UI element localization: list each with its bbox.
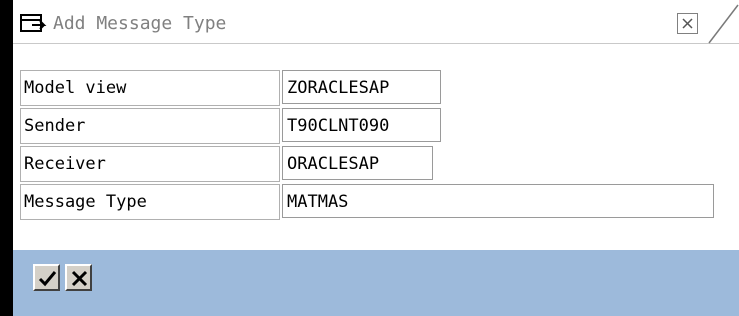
- close-icon: [682, 18, 693, 29]
- sender-input[interactable]: T90CLNT090: [282, 108, 441, 142]
- dialog-window-icon: [20, 14, 48, 34]
- receiver-input[interactable]: ORACLESAP: [282, 146, 433, 180]
- dialog-title: Add Message Type: [53, 13, 227, 34]
- field-table: Model view ZORACLESAP Sender T90CLNT090 …: [13, 44, 739, 250]
- message-type-input[interactable]: MATMAS: [282, 184, 714, 218]
- dialog-titlebar[interactable]: Add Message Type: [13, 3, 739, 44]
- cancel-button[interactable]: [65, 264, 92, 291]
- add-message-type-dialog: Add Message Type Model view ZORACLESAP S…: [0, 0, 739, 316]
- cross-icon: [71, 270, 88, 287]
- dialog-footer-toolbar: [13, 250, 739, 316]
- confirm-button[interactable]: [33, 264, 60, 291]
- field-label: Sender: [20, 108, 280, 144]
- field-label: Model view: [20, 70, 280, 106]
- field-label: Message Type: [20, 184, 280, 220]
- checkmark-icon: [38, 271, 57, 287]
- field-label: Receiver: [20, 146, 280, 182]
- close-button[interactable]: [677, 13, 698, 34]
- titlebar-corner: [708, 4, 739, 44]
- model-view-input[interactable]: ZORACLESAP: [282, 70, 441, 104]
- window-left-edge: [0, 0, 13, 316]
